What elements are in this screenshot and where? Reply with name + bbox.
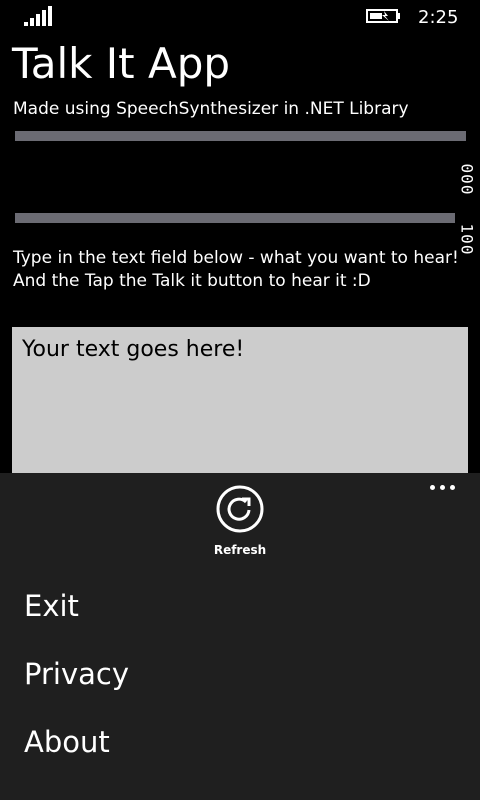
instructions: Type in the text field below - what you … (13, 247, 473, 293)
app-subtitle: Made using SpeechSynthesizer in .NET Lib… (13, 99, 409, 119)
clock: 2:25 (418, 7, 459, 28)
app-title: Talk It App (12, 39, 231, 88)
refresh-label: Refresh (213, 543, 267, 557)
battery-charging-icon (366, 9, 400, 23)
refresh-button[interactable]: Refresh (210, 485, 270, 557)
refresh-icon (216, 485, 264, 533)
app-bar: Refresh Exit Privacy About (0, 473, 480, 800)
status-bar: 2:25 (0, 0, 480, 34)
speech-text-input[interactable]: Your text goes here! (12, 327, 468, 487)
menu-item-privacy[interactable]: Privacy (24, 657, 129, 691)
signal-strength-icon (24, 6, 54, 26)
instructions-line-2: And the Tap the Talk it button to hear i… (13, 271, 371, 291)
instructions-line-1: Type in the text field below - what you … (13, 248, 459, 268)
pitch-slider[interactable] (15, 131, 466, 141)
menu-item-exit[interactable]: Exit (24, 589, 79, 623)
menu-item-about[interactable]: About (24, 725, 110, 759)
rate-slider[interactable] (15, 213, 455, 223)
more-options-icon[interactable] (430, 483, 456, 493)
top-slider-value: 000 (457, 163, 477, 196)
